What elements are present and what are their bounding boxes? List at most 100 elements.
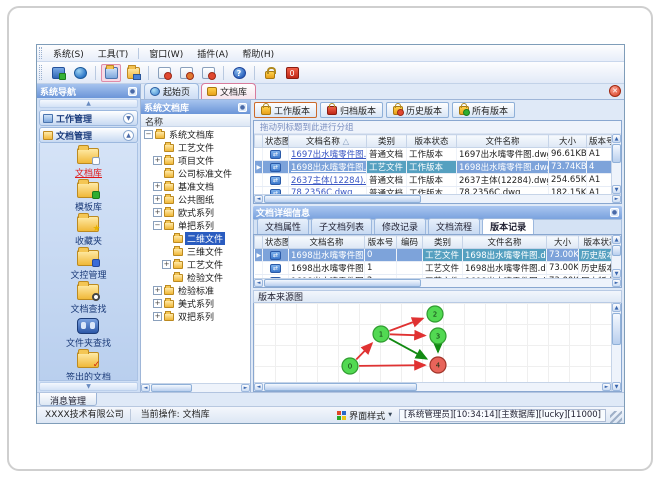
- column-header-3[interactable]: 版本状态: [406, 134, 457, 148]
- tree-node-7[interactable]: − 单把系列: [141, 219, 250, 232]
- help-button[interactable]: [229, 64, 249, 82]
- scroll-thumb[interactable]: [612, 313, 621, 345]
- detail-tab-2[interactable]: 修改记录: [374, 218, 427, 234]
- scroll-left-icon[interactable]: ◄: [254, 279, 263, 287]
- graph-vertical-scrollbar[interactable]: ▲ ▼: [611, 303, 621, 391]
- select-all-corner[interactable]: [254, 134, 263, 148]
- tree-node-5[interactable]: + 公共图纸: [141, 193, 250, 206]
- scroll-thumb[interactable]: [612, 245, 621, 257]
- scroll-right-icon[interactable]: ►: [612, 195, 621, 203]
- scroll-right-icon[interactable]: ►: [612, 279, 621, 287]
- select-all-corner[interactable]: [254, 235, 263, 249]
- tree-node-2[interactable]: + 项目文件: [141, 154, 250, 167]
- version-button-0[interactable]: 工作版本: [254, 102, 318, 118]
- version-table[interactable]: 状态图文档名称版本号编码类别文件名称大小版本状态▶1698出水嘴零件图.dwg0…: [254, 235, 611, 278]
- toolbar-grip[interactable]: [39, 65, 42, 80]
- close-tab-icon[interactable]: ✕: [609, 85, 621, 97]
- tree-node-10[interactable]: + 工艺文件: [141, 258, 250, 271]
- collapse-icon[interactable]: −: [153, 221, 162, 230]
- graph-node-3[interactable]: 3: [429, 327, 447, 345]
- column-header-0[interactable]: 状态图: [262, 235, 289, 249]
- folder-open-button[interactable]: [101, 63, 121, 82]
- tree-node-12[interactable]: + 检验标准: [141, 284, 250, 297]
- expand-icon[interactable]: +: [153, 208, 162, 217]
- table-row[interactable]: 1698出水嘴零件图.dwg1工艺文件1698出水嘴零件图.dwg73.00KB…: [254, 261, 611, 275]
- version-table-vertical-scrollbar[interactable]: ▲ ▼: [611, 235, 621, 278]
- version-button-3[interactable]: 所有版本: [452, 102, 516, 118]
- expand-icon[interactable]: +: [153, 182, 162, 191]
- tab-0[interactable]: 起始页: [144, 83, 200, 99]
- expand-icon[interactable]: +: [153, 195, 162, 204]
- scroll-thumb[interactable]: [151, 384, 192, 392]
- detail-tab-0[interactable]: 文档属性: [257, 218, 310, 234]
- sidebar-item-1[interactable]: 模板库: [45, 179, 132, 214]
- scroll-thumb[interactable]: [264, 383, 417, 391]
- scroll-right-icon[interactable]: ►: [241, 384, 250, 392]
- graph-node-2[interactable]: 2: [426, 305, 444, 323]
- tree-node-14[interactable]: + 双把系列: [141, 310, 250, 323]
- column-header-1[interactable]: 文档名称: [288, 235, 365, 249]
- scroll-down-icon[interactable]: ▼: [612, 185, 621, 194]
- folder-computer-button[interactable]: [123, 64, 143, 82]
- collapse-icon[interactable]: −: [144, 130, 153, 139]
- column-header-6[interactable]: 大小: [546, 235, 579, 249]
- version-button-2[interactable]: 历史版本: [386, 102, 450, 118]
- scroll-left-icon[interactable]: ◄: [254, 195, 263, 203]
- chevron-down-icon[interactable]: ▼: [123, 112, 134, 124]
- expand-icon[interactable]: +: [153, 299, 162, 308]
- sidebar-group-1[interactable]: 文档管理 ▲: [39, 127, 138, 143]
- pin-icon[interactable]: ●: [128, 86, 137, 96]
- scroll-up-icon[interactable]: ▲: [612, 134, 621, 143]
- document-table-vertical-scrollbar[interactable]: ▲ ▼: [611, 134, 621, 194]
- pin-icon[interactable]: ●: [610, 208, 619, 217]
- scroll-track[interactable]: [263, 195, 612, 203]
- tree-node-6[interactable]: + 欧式系列: [141, 206, 250, 219]
- power-button[interactable]: [282, 64, 302, 82]
- column-header-1[interactable]: 文档名称 △: [288, 134, 367, 148]
- graph-node-1[interactable]: 1: [372, 325, 390, 343]
- tree-node-8[interactable]: −二维文件: [141, 232, 250, 245]
- interface-style-dropdown[interactable]: 界面样式 ▼: [334, 409, 395, 422]
- scroll-thumb[interactable]: [264, 195, 422, 203]
- sidebar-item-0[interactable]: 文档库: [45, 145, 132, 180]
- sidebar-item-4[interactable]: 文档查找: [45, 281, 132, 316]
- lock-button[interactable]: [260, 64, 280, 82]
- scroll-up-icon[interactable]: ▲: [612, 303, 621, 312]
- column-header-5[interactable]: 文件名称: [462, 235, 547, 249]
- column-header-2[interactable]: 版本号: [364, 235, 397, 249]
- version-table-horizontal-scrollbar[interactable]: ◄ ►: [254, 278, 621, 287]
- column-header-4[interactable]: 类别: [422, 235, 463, 249]
- expand-icon[interactable]: +: [162, 260, 171, 269]
- graph-node-4[interactable]: 4: [429, 356, 447, 374]
- menu-item-4[interactable]: 帮助(H): [235, 46, 281, 61]
- table-row[interactable]: 1697出水嘴零件图.dwg普通文档工作版本1697出水嘴零件图.dwg96.6…: [254, 147, 611, 161]
- scroll-down-icon[interactable]: ▼: [612, 382, 621, 391]
- column-header-0[interactable]: 状态图: [262, 134, 289, 148]
- sidebar-item-6[interactable]: ✓ 签出的文档: [45, 349, 132, 380]
- chevron-up-icon[interactable]: ▲: [123, 129, 134, 141]
- column-header-6[interactable]: 版本号: [586, 134, 611, 148]
- column-header-2[interactable]: 类别: [366, 134, 407, 148]
- table-row[interactable]: ▶1698出水嘴零件图.dwg0工艺文件1698出水嘴零件图.dwg73.00K…: [254, 248, 611, 262]
- tab-1[interactable]: 文档库: [201, 83, 257, 99]
- sidebar-item-2[interactable]: ★ 收藏夹: [45, 213, 132, 248]
- menu-item-2[interactable]: 窗口(W): [142, 46, 190, 61]
- version-graph[interactable]: 0 1 2 3 4: [254, 303, 611, 382]
- table-row[interactable]: ▶1698出水嘴零件图.dwg工艺文件工作版本1698出水嘴零件图.dwg73.…: [254, 160, 611, 174]
- graph-node-0[interactable]: 0: [341, 357, 359, 375]
- display-button[interactable]: [48, 64, 68, 82]
- graph-horizontal-scrollbar[interactable]: ◄ ►: [254, 382, 611, 391]
- scroll-track[interactable]: [612, 244, 621, 269]
- expand-icon[interactable]: +: [153, 286, 162, 295]
- scroll-track[interactable]: [263, 279, 612, 287]
- document-delete-button[interactable]: [198, 64, 218, 82]
- scroll-track[interactable]: [263, 383, 602, 391]
- sidebar-scroll-up[interactable]: ▲: [39, 99, 138, 108]
- scroll-thumb[interactable]: [264, 279, 422, 287]
- table-row[interactable]: 78.2356C.dwg普通文档工作版本78.2356C.dwg182.15KB…: [254, 186, 611, 194]
- scroll-left-icon[interactable]: ◄: [141, 384, 150, 392]
- scroll-up-icon[interactable]: ▲: [612, 235, 621, 244]
- column-header-7[interactable]: 版本状态: [578, 235, 611, 249]
- menu-item-1[interactable]: 工具(T): [91, 46, 136, 61]
- detail-tab-3[interactable]: 文档流程: [428, 218, 481, 234]
